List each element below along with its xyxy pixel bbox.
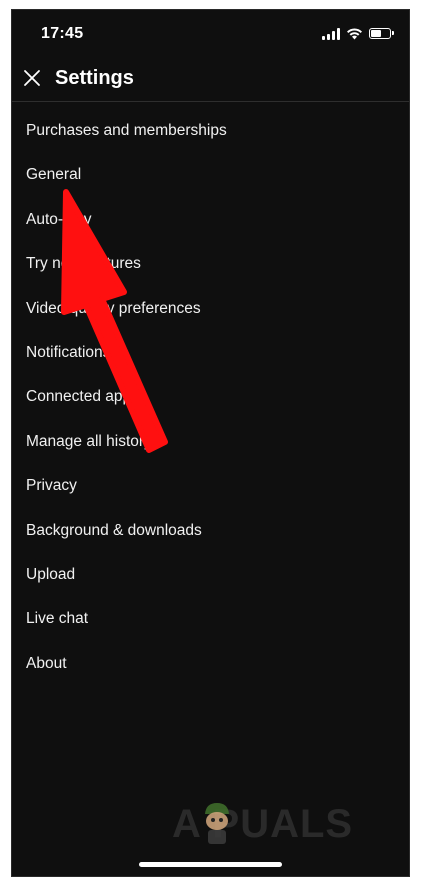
menu-item-video-quality[interactable]: Video quality preferences [12, 287, 409, 331]
menu-item-live-chat[interactable]: Live chat [12, 597, 409, 641]
wifi-icon [347, 28, 362, 40]
home-indicator[interactable] [139, 862, 282, 867]
phone-screen: 17:45 Settings Purchases and memberships… [11, 9, 410, 877]
status-icons [322, 27, 394, 40]
status-time: 17:45 [41, 25, 84, 42]
close-icon[interactable] [20, 66, 44, 90]
menu-item-connected-apps[interactable]: Connected apps [12, 375, 409, 419]
settings-menu: Purchases and memberships General Auto-p… [12, 109, 409, 686]
menu-item-upload[interactable]: Upload [12, 553, 409, 597]
menu-item-try-new-features[interactable]: Try new features [12, 242, 409, 286]
menu-item-background-downloads[interactable]: Background & downloads [12, 509, 409, 553]
battery-icon [369, 28, 394, 39]
page-title: Settings [55, 67, 134, 89]
status-bar: 17:45 [12, 10, 409, 60]
menu-item-purchases[interactable]: Purchases and memberships [12, 109, 409, 153]
menu-item-about[interactable]: About [12, 642, 409, 686]
menu-item-general[interactable]: General [12, 153, 409, 197]
cellular-signal-icon [322, 27, 340, 40]
battery-fill [371, 30, 382, 37]
menu-item-manage-history[interactable]: Manage all history [12, 420, 409, 464]
app-bar: Settings [12, 60, 409, 102]
menu-item-auto-play[interactable]: Auto-play [12, 198, 409, 242]
menu-item-privacy[interactable]: Privacy [12, 464, 409, 508]
menu-item-notifications[interactable]: Notifications [12, 331, 409, 375]
